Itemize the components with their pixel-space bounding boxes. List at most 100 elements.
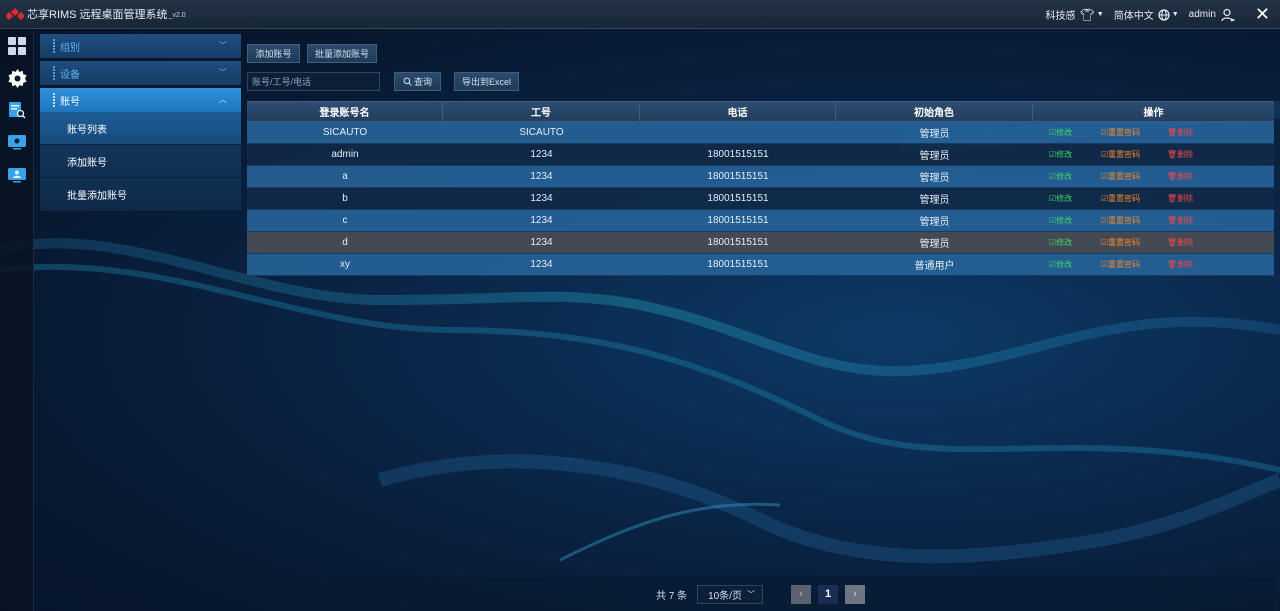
gear-icon[interactable]: [7, 68, 27, 88]
query-button[interactable]: 查询: [394, 72, 441, 91]
edit-label: 修改: [1056, 150, 1073, 159]
delete-link[interactable]: 🗑︎删除: [1167, 171, 1193, 182]
search-doc-icon[interactable]: [7, 100, 27, 120]
menu-marker: [53, 66, 55, 80]
user-monitor-icon[interactable]: [7, 165, 27, 185]
main-content: 添加账号 批量添加账号 查询 导出到Excel 登录账号名 工号 电话 初始角色…: [247, 34, 1274, 611]
delete-label: 删除: [1177, 238, 1194, 247]
page-size-select[interactable]: 10条/页 ﹀: [697, 584, 764, 604]
user-menu[interactable]: admin: [1189, 8, 1235, 22]
menu-group-accounts[interactable]: 账号 ︿: [40, 88, 241, 112]
role-cell: 管理员: [919, 239, 950, 250]
accounts-table: 登录账号名 工号 电话 初始角色 操作 SICAUTO SICAUTO 管理员 …: [247, 101, 1274, 276]
delete-link[interactable]: 🗑︎删除: [1167, 193, 1193, 204]
reset-label: 重置密码: [1108, 128, 1141, 137]
actions-cell: ☑修改 ☑重置密码 🗑︎删除: [1033, 166, 1274, 187]
edit-label: 修改: [1056, 238, 1073, 247]
actions-cell: ☑修改 ☑重置密码 🗑︎删除: [1033, 210, 1274, 231]
reset-password-link[interactable]: ☑重置密码: [1101, 193, 1167, 204]
actions-cell: ☑修改 ☑重置密码 🗑︎删除: [1033, 188, 1274, 209]
table-row[interactable]: d 1234 18001515151 管理员 ☑修改 ☑重置密码 🗑︎删除: [247, 232, 1274, 254]
menu-group-devices[interactable]: 设备 ﹀: [40, 61, 241, 85]
export-excel-button[interactable]: 导出到Excel: [454, 72, 519, 91]
edit-link[interactable]: ☑修改: [1049, 171, 1101, 182]
username: admin: [1188, 9, 1216, 20]
actions-cell: ☑修改 ☑重置密码 🗑︎删除: [1033, 122, 1274, 143]
edit-link[interactable]: ☑修改: [1049, 237, 1101, 248]
edit-label: 修改: [1056, 260, 1073, 269]
close-icon[interactable]: ✕: [1255, 4, 1270, 25]
reset-password-link[interactable]: ☑重置密码: [1101, 171, 1167, 182]
table-row[interactable]: b 1234 18001515151 管理员 ☑修改 ☑重置密码 🗑︎删除: [247, 188, 1274, 210]
delete-link[interactable]: 🗑︎删除: [1167, 149, 1193, 160]
account-cell: admin: [331, 149, 359, 160]
reset-password-link[interactable]: ☑重置密码: [1101, 149, 1167, 160]
account-cell: xy: [340, 259, 350, 270]
reset-label: 重置密码: [1108, 216, 1141, 225]
employee-id-cell: 1234: [530, 237, 553, 248]
add-account-button[interactable]: 添加账号: [247, 44, 300, 63]
caret-down-icon: ▼: [1171, 11, 1179, 18]
reset-password-link[interactable]: ☑重置密码: [1101, 215, 1167, 226]
sidebar-item-batch-add-account[interactable]: 批量添加账号: [40, 178, 241, 211]
table-row[interactable]: a 1234 18001515151 管理员 ☑修改 ☑重置密码 🗑︎删除: [247, 166, 1274, 188]
reset-password-link[interactable]: ☑重置密码: [1101, 259, 1167, 270]
column-header: 登录账号名: [247, 102, 443, 121]
reset-password-link[interactable]: ☑重置密码: [1101, 127, 1167, 138]
theme-selector[interactable]: 科技感 👕︎ ▼: [1046, 7, 1110, 23]
menu-group-label: 组别: [60, 42, 80, 54]
side-menu: 组别 ﹀ 设备 ﹀ 账号 ︿ 账号列表 添加账号 批量添加账号: [40, 34, 241, 211]
shirt-icon: 👕︎: [1079, 7, 1095, 22]
query-label: 查询: [413, 77, 432, 87]
batch-add-account-button[interactable]: 批量添加账号: [307, 44, 377, 63]
edit-link[interactable]: ☑修改: [1049, 149, 1101, 160]
language-selector[interactable]: 简体中文 ▼: [1114, 7, 1185, 22]
employee-id-cell: 1234: [530, 215, 553, 226]
delete-label: 删除: [1177, 150, 1194, 159]
submenu-accounts: 账号列表 添加账号 批量添加账号: [40, 112, 241, 211]
role-cell: 管理员: [919, 195, 950, 206]
user-icon: [1221, 8, 1235, 21]
globe-icon: [1158, 8, 1170, 21]
table-row[interactable]: xy 1234 18001515151 普通用户 ☑修改 ☑重置密码 🗑︎删除: [247, 254, 1274, 276]
sidebar-item-add-account[interactable]: 添加账号: [40, 145, 241, 178]
table-header: 登录账号名 工号 电话 初始角色 操作: [247, 101, 1274, 122]
phone-cell: 18001515151: [707, 149, 769, 160]
edit-label: 修改: [1056, 216, 1073, 225]
edit-label: 修改: [1056, 128, 1073, 137]
column-header: 电话: [640, 102, 836, 121]
edit-label: 修改: [1056, 194, 1073, 203]
edit-link[interactable]: ☑修改: [1049, 259, 1101, 270]
search-input[interactable]: [247, 72, 380, 91]
account-cell: c: [342, 215, 348, 226]
delete-link[interactable]: 🗑︎删除: [1167, 237, 1193, 248]
sidebar-item-account-list[interactable]: 账号列表: [40, 112, 241, 145]
reset-label: 重置密码: [1108, 238, 1141, 247]
menu-marker: [53, 39, 55, 53]
reset-password-link[interactable]: ☑重置密码: [1101, 237, 1167, 248]
phone-cell: 18001515151: [707, 259, 769, 270]
next-page-button[interactable]: ›: [845, 584, 866, 604]
edit-link[interactable]: ☑修改: [1049, 127, 1101, 138]
edit-link[interactable]: ☑修改: [1049, 215, 1101, 226]
actions-cell: ☑修改 ☑重置密码 🗑︎删除: [1033, 254, 1274, 275]
delete-link[interactable]: 🗑︎删除: [1167, 215, 1193, 226]
delete-label: 删除: [1177, 128, 1194, 137]
page-number-button[interactable]: 1: [818, 584, 839, 604]
pagination: 共 7 条 10条/页 ﹀ ‹ 1 ›: [247, 577, 1274, 611]
monitor-icon[interactable]: [7, 132, 27, 152]
actions-cell: ☑修改 ☑重置密码 🗑︎删除: [1033, 144, 1274, 165]
menu-group-groups[interactable]: 组别 ﹀: [40, 34, 241, 58]
dashboard-icon[interactable]: [7, 36, 27, 56]
role-cell: 管理员: [919, 217, 950, 228]
employee-id-cell: SICAUTO: [519, 127, 564, 138]
reset-label: 重置密码: [1108, 150, 1141, 159]
edit-link[interactable]: ☑修改: [1049, 193, 1101, 204]
table-row[interactable]: admin 1234 18001515151 管理员 ☑修改 ☑重置密码 🗑︎删…: [247, 144, 1274, 166]
delete-link[interactable]: 🗑︎删除: [1167, 127, 1193, 138]
delete-label: 删除: [1177, 260, 1194, 269]
table-row[interactable]: SICAUTO SICAUTO 管理员 ☑修改 ☑重置密码 🗑︎删除: [247, 122, 1274, 144]
delete-link[interactable]: 🗑︎删除: [1167, 259, 1193, 270]
prev-page-button[interactable]: ‹: [791, 584, 812, 604]
table-row[interactable]: c 1234 18001515151 管理员 ☑修改 ☑重置密码 🗑︎删除: [247, 210, 1274, 232]
